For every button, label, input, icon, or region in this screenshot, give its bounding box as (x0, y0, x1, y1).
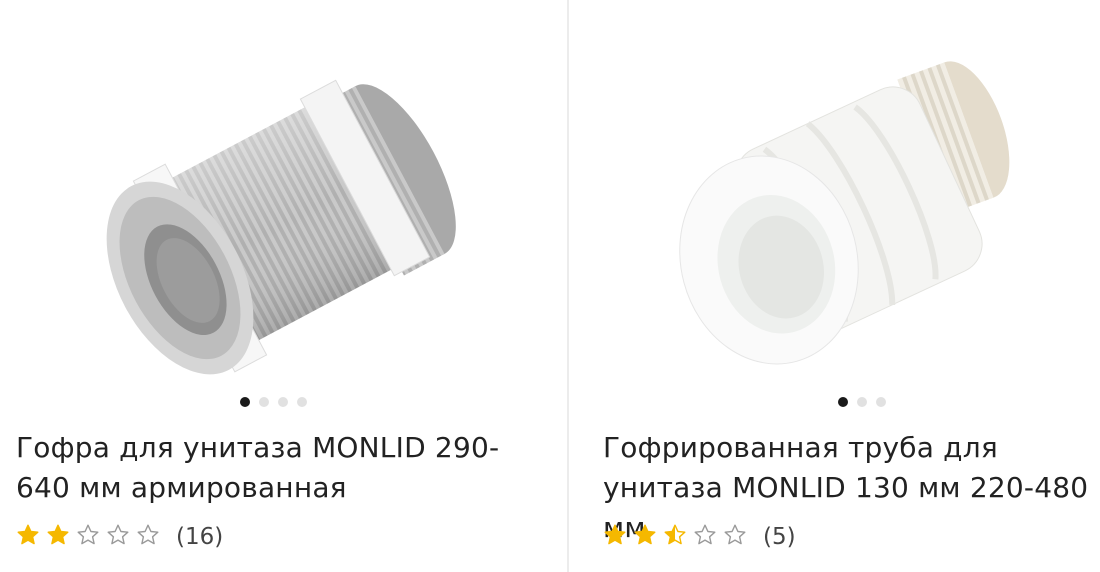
product-grid: Гофра для унитаза MONLID 290-640 мм арми… (0, 0, 1100, 572)
carousel-dot[interactable] (240, 397, 250, 407)
gray-corrugated-pipe-icon (106, 79, 456, 375)
star-empty-icon (107, 524, 129, 545)
star-rating (603, 523, 753, 551)
carousel-dot[interactable] (838, 397, 848, 407)
product-card[interactable]: Гофрированная труба для унитаза MONLID 1… (569, 0, 1100, 572)
star-filled-icon (17, 524, 39, 545)
star-empty-icon (694, 524, 716, 545)
star-filled-icon (47, 524, 69, 545)
product-title[interactable]: Гофра для унитаза MONLID 290-640 мм арми… (16, 428, 536, 508)
product-rating: (5) (603, 523, 796, 551)
product-rating: (16) (16, 523, 223, 551)
star-empty-icon (724, 524, 746, 545)
star-rating (16, 523, 166, 551)
product-image[interactable] (569, 0, 1100, 390)
star-filled-icon (634, 524, 656, 545)
carousel-dot[interactable] (876, 397, 886, 407)
product-image[interactable] (0, 0, 567, 390)
star-half-icon (664, 524, 686, 545)
review-count[interactable]: (5) (763, 524, 796, 550)
product-card[interactable]: Гофра для унитаза MONLID 290-640 мм арми… (0, 0, 567, 572)
star-empty-icon (77, 524, 99, 545)
star-empty-icon (137, 524, 159, 545)
review-count[interactable]: (16) (176, 524, 223, 550)
carousel-dot[interactable] (857, 397, 867, 407)
carousel-dot[interactable] (259, 397, 269, 407)
image-carousel-dots (240, 397, 307, 407)
star-filled-icon (604, 524, 626, 545)
carousel-dot[interactable] (278, 397, 288, 407)
image-carousel-dots (838, 397, 886, 407)
white-corrugated-pipe-icon (679, 61, 1010, 365)
carousel-dot[interactable] (297, 397, 307, 407)
